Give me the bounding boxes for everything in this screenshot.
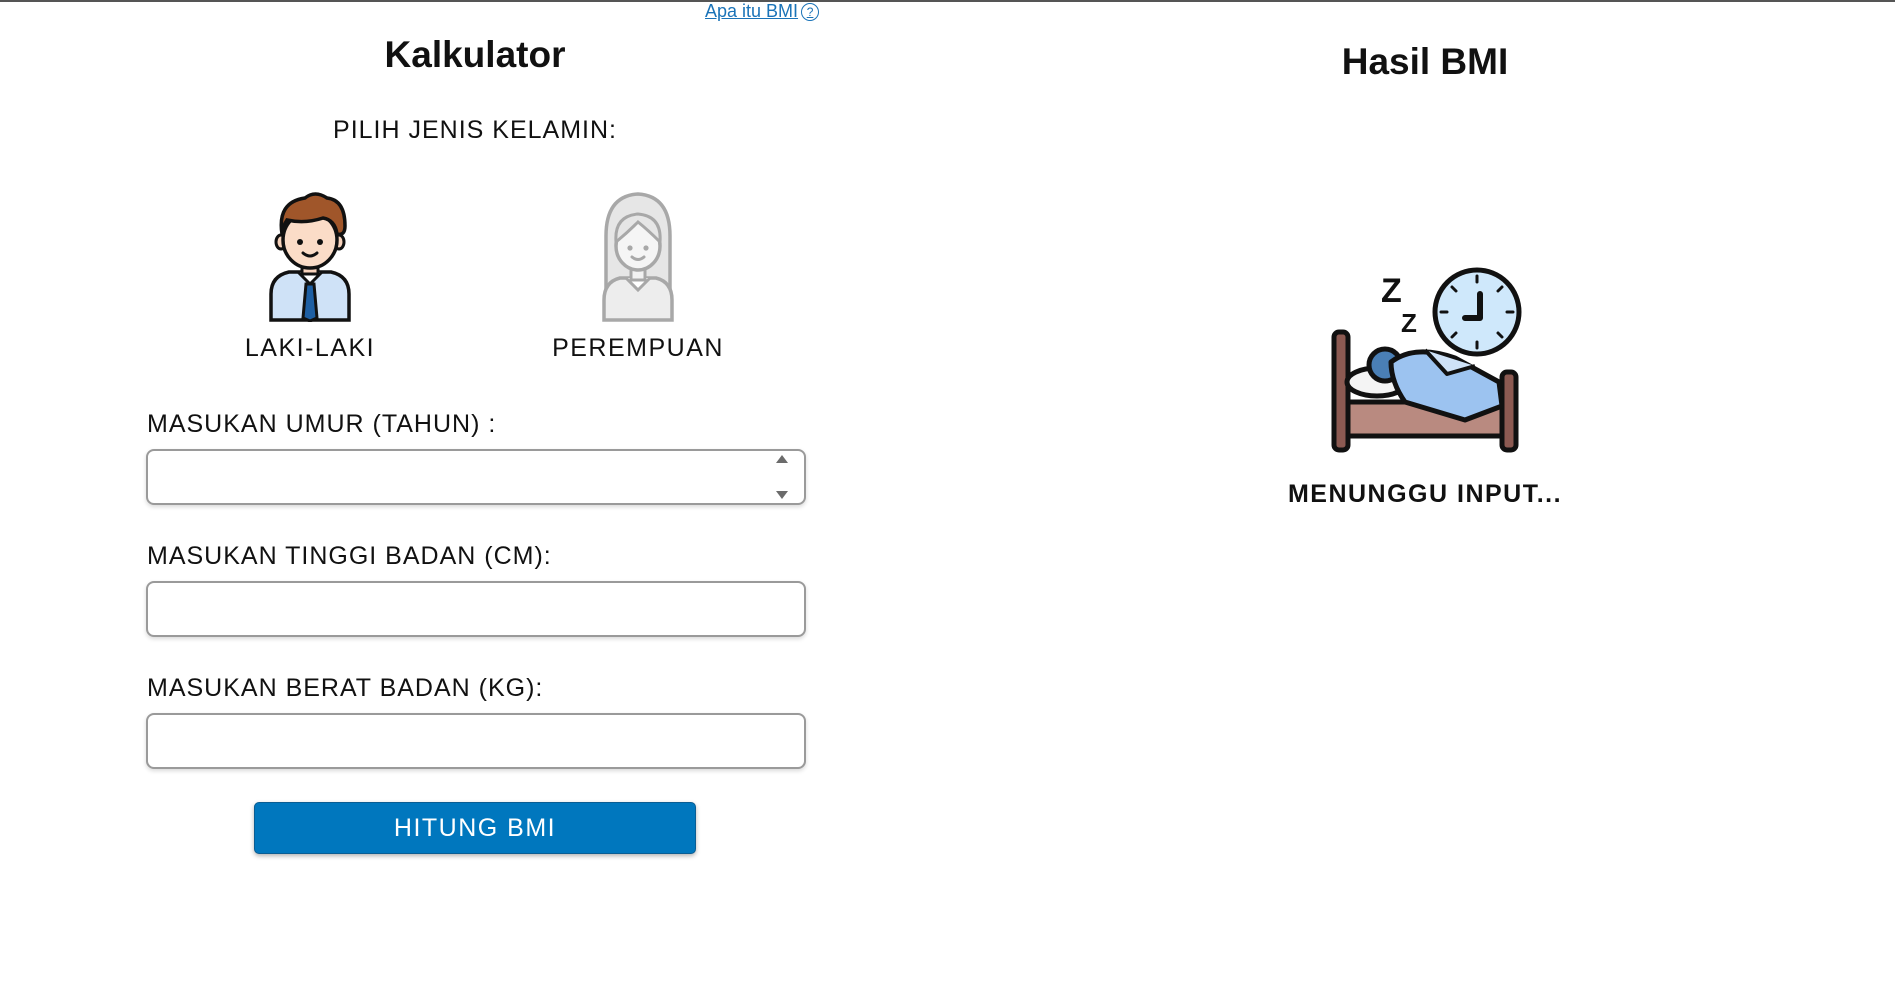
calculator-title: Kalkulator <box>384 34 566 75</box>
age-stepper[interactable] <box>773 455 791 499</box>
age-input[interactable] <box>146 449 806 505</box>
calculate-bmi-button[interactable]: HITUNG BMI <box>254 802 696 854</box>
result-status: MENUNGGU INPUT... <box>1287 480 1563 508</box>
height-label: MASUKAN TINGGI BADAN (CM): <box>147 542 552 570</box>
height-input[interactable] <box>146 581 806 637</box>
weight-label: MASUKAN BERAT BADAN (KG): <box>147 674 544 702</box>
svg-text:Z: Z <box>1401 308 1417 338</box>
what-is-bmi-link[interactable]: Apa itu BMI ? <box>705 1 820 22</box>
sleeping-in-bed-icon: Z Z <box>1331 267 1522 453</box>
svg-text:Z: Z <box>1381 272 1402 310</box>
chevron-up-icon[interactable] <box>776 455 788 463</box>
gender-label-male: LAKI-LAKI <box>244 334 376 362</box>
result-illustration: Z Z <box>1325 262 1525 462</box>
gender-label-female: PEREMPUAN <box>552 334 724 362</box>
chevron-down-icon[interactable] <box>776 491 788 499</box>
result-title: Hasil BMI <box>1341 41 1509 82</box>
top-border <box>0 0 1895 2</box>
question-circle-icon: ? <box>801 2 820 21</box>
age-label: MASUKAN UMUR (TAHUN) : <box>147 410 497 438</box>
what-is-bmi-label: Apa itu BMI <box>705 1 799 21</box>
female-avatar-icon <box>602 192 674 322</box>
gender-option-female[interactable]: PEREMPUAN <box>528 190 748 363</box>
male-avatar-icon <box>269 192 351 322</box>
gender-option-male[interactable]: LAKI-LAKI <box>200 190 420 363</box>
gender-heading: PILIH JENIS KELAMIN: <box>333 116 617 144</box>
weight-input[interactable] <box>146 713 806 769</box>
